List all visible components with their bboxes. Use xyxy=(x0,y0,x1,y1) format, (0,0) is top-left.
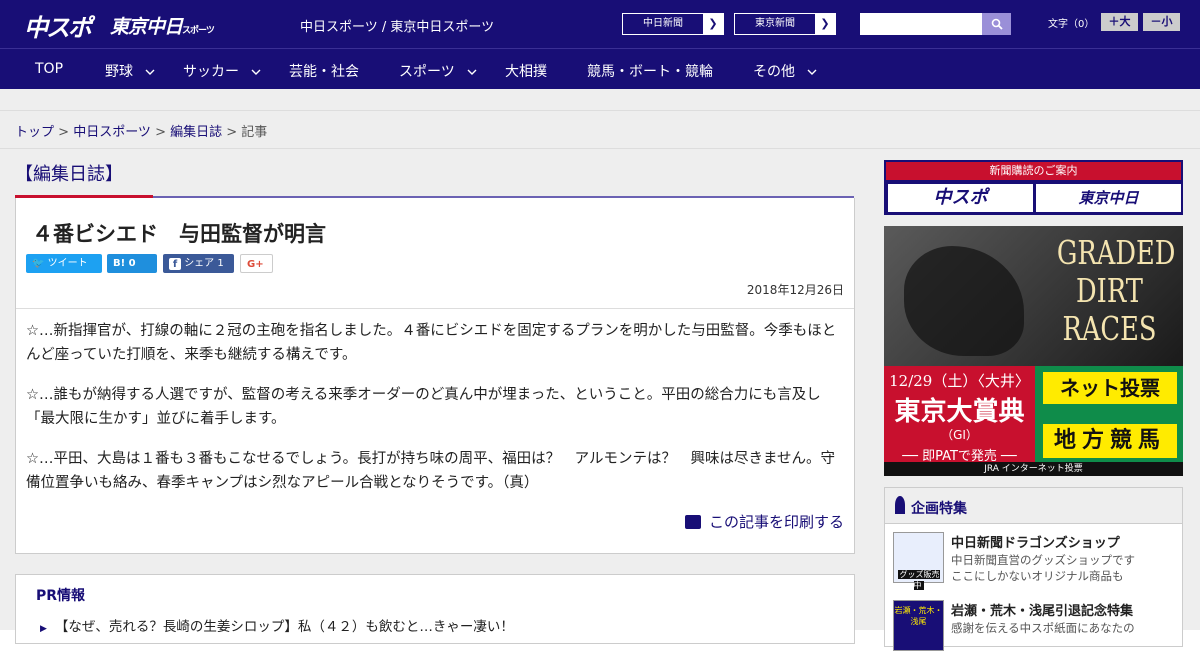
feature-box: 企画特集 グッズ販売中 中日新聞ドラゴンズショップ 中日新聞直営のグッズショップ… xyxy=(884,487,1183,651)
nav-item-other-label: その他 xyxy=(753,64,795,80)
nav-item-baseball[interactable]: 野球 xyxy=(105,61,155,81)
nav-item-sports[interactable]: スポーツ xyxy=(399,61,477,81)
dragons-shop-thumbnail: グッズ販売中 xyxy=(893,532,944,590)
pr-box: PR情報 ▶ 【なぜ、売れる？長崎の生姜シロップ】私（４２）も飲むと…きゃー凄い！ xyxy=(15,574,855,644)
pr-item-label: 【なぜ、売れる？長崎の生姜シロップ】私（４２）も飲むと…きゃー凄い！ xyxy=(54,619,514,635)
article-paragraph-2: ☆…誰もが納得する人選ですが、監督の考える来季オーダーのど真ん中が埋まった、とい… xyxy=(26,387,821,427)
breadcrumb-sep: > xyxy=(150,125,171,140)
google-plus-button[interactable]: G+ xyxy=(240,254,273,273)
retirement-thumbnail: 岩瀬・荒木・浅尾 xyxy=(893,600,944,651)
article-paragraph-3: ☆…平田、大島は１番も３番もこなせるでしょう。長打が持ち味の周平、福田は？ アル… xyxy=(26,451,836,491)
feature-item-desc: 中日新聞直営のグッズショップです ここにしかないオリジナル商品も xyxy=(951,553,1135,583)
breadcrumb: トップ > 中日スポーツ > 編集日誌 > 記事 xyxy=(0,111,1200,149)
ad-race-date: 12/29（土）〈大井〉 xyxy=(889,372,1030,390)
font-smaller-button[interactable]: －小 xyxy=(1143,13,1180,31)
tokyo-chunichi-logo[interactable]: 東京中日スポーツ xyxy=(110,12,215,39)
article-paragraph-1: ☆…新指揮官が、打線の軸に２冠の主砲を指名しました。４番にビシエドを固定するプラ… xyxy=(26,323,837,363)
feature-item-title: 岩瀬・荒木・浅尾引退記念特集 xyxy=(951,604,1134,619)
chevron-right-icon: ❯ xyxy=(815,14,835,34)
facebook-icon: f xyxy=(169,258,181,270)
dragons-shop-thumbnail-text: グッズ販売中 xyxy=(897,570,940,590)
chunichi-shimbun-link[interactable]: 中日新聞 ❯ xyxy=(622,13,724,35)
search-input[interactable] xyxy=(860,13,982,35)
breadcrumb-sep: > xyxy=(54,125,74,140)
print-article-label: この記事を印刷する xyxy=(708,513,844,531)
nav-item-top[interactable]: TOP xyxy=(35,61,63,77)
chevron-down-icon xyxy=(467,69,477,75)
print-article-link[interactable]: この記事を印刷する xyxy=(684,511,844,532)
chuspo-logo[interactable]: 中スポ xyxy=(24,8,92,43)
nav-item-soccer-label: サッカー xyxy=(183,64,239,80)
ad-net-betting: ネット投票 xyxy=(1043,372,1177,404)
facebook-share-button[interactable]: f シェア 1 xyxy=(163,254,234,273)
tokyo-chunichi-logo-small: スポーツ xyxy=(182,26,215,36)
ad-footer: JRA インターネット投票 xyxy=(884,462,1183,476)
ad-race-grade: （GI） xyxy=(941,428,978,442)
feature-item-desc: 感謝を伝える中スポ紙面にあなたの xyxy=(951,621,1135,635)
ad-race-name: 東京大賞典 xyxy=(894,397,1025,427)
twitter-icon: 🐦 xyxy=(32,258,45,269)
breadcrumb-current: 記事 xyxy=(241,125,268,140)
feature-heading: 企画特集 xyxy=(885,488,1182,524)
search-icon xyxy=(991,18,1003,30)
feature-item-retirement[interactable]: 岩瀬・荒木・浅尾 岩瀬・荒木・浅尾引退記念特集 感謝を伝える中スポ紙面にあなたの xyxy=(893,600,1178,662)
nav-item-sports-label: スポーツ xyxy=(399,64,455,80)
breadcrumb-sep: > xyxy=(222,125,242,140)
tweet-button[interactable]: 🐦 ツイート xyxy=(26,254,102,273)
triangle-right-icon: ▶ xyxy=(40,624,47,634)
subscription-banner-title: 新聞購読のご案内 xyxy=(886,162,1181,180)
nav-item-baseball-label: 野球 xyxy=(105,64,133,80)
search-button[interactable] xyxy=(982,13,1011,35)
article-headline: ４番ビシエド 与田監督が明言 xyxy=(32,222,326,246)
subscription-banner[interactable]: 新聞購読のご案内 中スポ 東京中日 xyxy=(884,160,1183,215)
tokyo-shimbun-label: 東京新聞 xyxy=(755,18,795,29)
subscription-chuspo-logo: 中スポ xyxy=(888,184,1033,212)
subscription-tokyo-chunichi-logo: 東京中日 xyxy=(1036,184,1181,212)
section-title: 【編集日誌】 xyxy=(15,164,123,185)
ad-betting-panel: ネット投票 地方競馬 xyxy=(1035,366,1183,462)
top-header: 中スポ 東京中日スポーツ 中日スポーツ / 東京中日スポーツ 中日新聞 ❯ 東京新… xyxy=(0,0,1200,48)
article-card: ４番ビシエド 与田監督が明言 🐦 ツイート B! 0 f シェア 1 G+ 20… xyxy=(15,198,855,554)
chevron-right-icon: ❯ xyxy=(703,14,723,34)
chunichi-shimbun-label: 中日新聞 xyxy=(643,18,683,29)
tokyo-daishoten-ad[interactable]: GRADED DIRT RACES 12/29（土）〈大井〉 東京大賞典 （GI… xyxy=(884,226,1183,476)
printer-icon xyxy=(684,515,701,529)
hatena-bookmark-button[interactable]: B! 0 xyxy=(107,254,157,273)
font-bigger-button[interactable]: ＋大 xyxy=(1101,13,1138,31)
ad-race-panel: 12/29（土）〈大井〉 東京大賞典 （GI） ── 即PATで発売 ── xyxy=(884,366,1035,464)
header-gap xyxy=(0,89,1200,111)
ad-local-racing: 地方競馬 xyxy=(1043,424,1177,458)
nav-item-racing[interactable]: 競馬・ボート・競輪 xyxy=(587,61,713,81)
main-nav: TOP 野球 サッカー 芸能・社会 スポーツ 大相撲 競馬・ボート・競輪 その他 xyxy=(0,48,1200,89)
tokyo-chunichi-logo-text: 東京中日 xyxy=(110,16,183,38)
chevron-down-icon xyxy=(251,69,261,75)
article-divider xyxy=(16,308,854,309)
breadcrumb-top[interactable]: トップ xyxy=(15,125,54,140)
chevron-down-icon xyxy=(145,69,155,75)
font-size-label: 文字（0） xyxy=(1048,19,1095,30)
ad-title: GRADED DIRT RACES xyxy=(1056,233,1176,348)
racehorse-image xyxy=(904,246,1024,356)
nav-item-soccer[interactable]: サッカー xyxy=(183,61,261,81)
tokyo-shimbun-link[interactable]: 東京新聞 ❯ xyxy=(734,13,836,35)
feature-item-title: 中日新聞ドラゴンズショップ xyxy=(951,536,1120,551)
ribbon-icon xyxy=(895,496,905,514)
chevron-down-icon xyxy=(807,69,817,75)
pr-heading: PR情報 xyxy=(36,588,86,604)
site-names: 中日スポーツ / 東京中日スポーツ xyxy=(300,20,495,35)
nav-item-other[interactable]: その他 xyxy=(753,61,817,81)
article-date: 2018年12月26日 xyxy=(746,283,844,297)
pr-item[interactable]: ▶ 【なぜ、売れる？長崎の生姜シロップ】私（４２）も飲むと…きゃー凄い！ xyxy=(40,615,514,635)
tweet-label: ツイート xyxy=(47,258,88,269)
retirement-thumbnail-text: 岩瀬・荒木・浅尾 xyxy=(894,606,943,626)
feature-heading-label: 企画特集 xyxy=(911,501,967,517)
breadcrumb-chunichi-sports[interactable]: 中日スポーツ xyxy=(73,125,151,140)
nav-item-sumo[interactable]: 大相撲 xyxy=(505,61,547,81)
breadcrumb-editorial-diary[interactable]: 編集日誌 xyxy=(170,125,222,140)
facebook-share-label: シェア 1 xyxy=(184,258,224,269)
nav-item-entertainment[interactable]: 芸能・社会 xyxy=(289,61,359,81)
feature-item-dragons-shop[interactable]: グッズ販売中 中日新聞ドラゴンズショップ 中日新聞直営のグッズショップです ここ… xyxy=(893,532,1178,594)
